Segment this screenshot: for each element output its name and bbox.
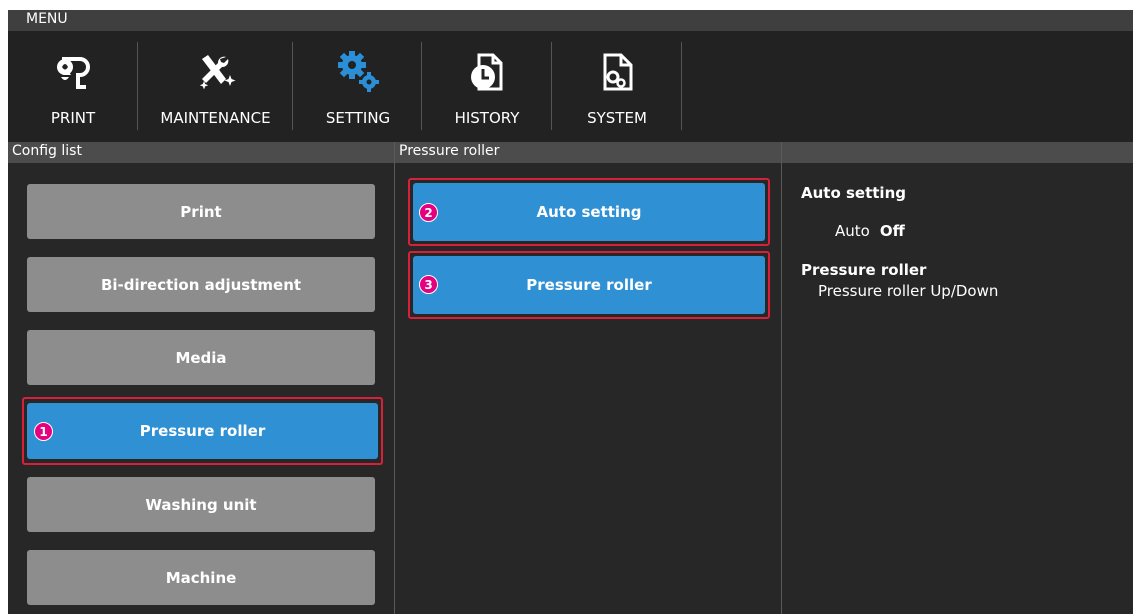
pressure-roller-button[interactable]: Pressure roller [413,256,765,314]
step-badge-2: 2 [419,203,438,222]
toolbar-divider [551,42,552,130]
info-pressure-roller-desc: Pressure roller Up/Down [818,282,999,300]
menu-title: MENU [26,11,68,27]
gears-icon [338,51,379,92]
config-item-label: Machine [165,568,237,587]
tools-sparkle-icon [199,55,235,90]
menu-bar: MENU [8,10,1133,31]
config-item-print[interactable]: Print [27,184,375,239]
column-divider [781,142,782,614]
info-pressure-roller-title: Pressure roller [801,261,927,279]
clock-document-icon [471,53,503,91]
gear-document-icon [603,53,633,91]
column-divider [394,142,395,614]
toolbar-history-label: HISTORY [454,109,520,127]
toolbar-history-button[interactable]: HISTORY [432,31,542,142]
info-panel-header [782,142,1133,163]
config-item-label: Washing unit [145,495,257,514]
toolbar-print-button[interactable]: PRINT [23,31,123,142]
toolbar-maintenance-button[interactable]: MAINTENANCE [148,31,283,142]
toolbar-print-label: PRINT [50,109,96,127]
info-auto-key: Auto [835,222,870,240]
info-auto-row: Auto Off [835,222,905,240]
config-item-label: Print [180,202,222,221]
config-item-washing-unit[interactable]: Washing unit [27,477,375,532]
middle-panel-title: Pressure roller [399,143,500,159]
config-item-media[interactable]: Media [27,330,375,385]
toolbar-divider [137,42,138,130]
auto-setting-label: Auto setting [536,203,642,221]
main-toolbar: PRINT MAINTENANCE SETTING HISTORY SYSTEM [8,31,1133,142]
app-window: MENU PRINT MAINTENANCE SETTING HISTORY S… [8,10,1133,614]
info-auto-setting-title: Auto setting [801,184,906,202]
config-item-label: Media [175,348,227,367]
toolbar-maintenance-label: MAINTENANCE [160,109,271,127]
auto-setting-button[interactable]: Auto setting [413,183,765,241]
toolbar-system-button[interactable]: SYSTEM [562,31,672,142]
print-roll-icon [57,57,90,89]
step-badge-1: 1 [34,422,53,441]
toolbar-divider [681,42,682,130]
toolbar-divider [421,42,422,130]
config-list-title: Config list [12,143,82,159]
toolbar-setting-label: SETTING [325,109,391,127]
config-item-bi-direction[interactable]: Bi-direction adjustment [27,257,375,312]
config-list-header: Config list [8,142,394,163]
toolbar-setting-button[interactable]: SETTING [303,31,413,142]
middle-panel-header: Pressure roller [395,142,781,163]
toolbar-divider [292,42,293,130]
toolbar-system-label: SYSTEM [587,109,647,127]
info-auto-value: Off [879,222,905,240]
config-item-label: Bi-direction adjustment [100,275,302,294]
pressure-roller-label: Pressure roller [526,276,652,294]
config-item-label: Pressure roller [139,422,266,440]
step-badge-3: 3 [419,275,438,294]
config-item-machine[interactable]: Machine [27,550,375,605]
config-item-pressure-roller[interactable]: Pressure roller [27,403,378,459]
